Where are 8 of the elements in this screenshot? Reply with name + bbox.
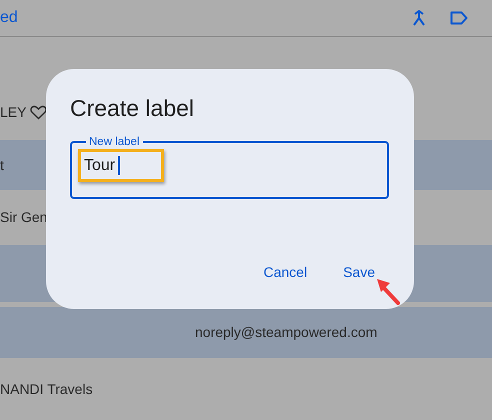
email-address: noreply@steampowered.com xyxy=(195,323,378,342)
sender-text: LEY xyxy=(0,103,26,122)
sender-text: t xyxy=(0,156,4,174)
dialog-title: Create label xyxy=(70,95,196,123)
field-label: New label xyxy=(88,134,140,149)
sender-text: NANDI Travels xyxy=(0,380,93,398)
sender-text: Sir Gen xyxy=(0,208,48,227)
toolbar-title: ed xyxy=(0,8,18,28)
